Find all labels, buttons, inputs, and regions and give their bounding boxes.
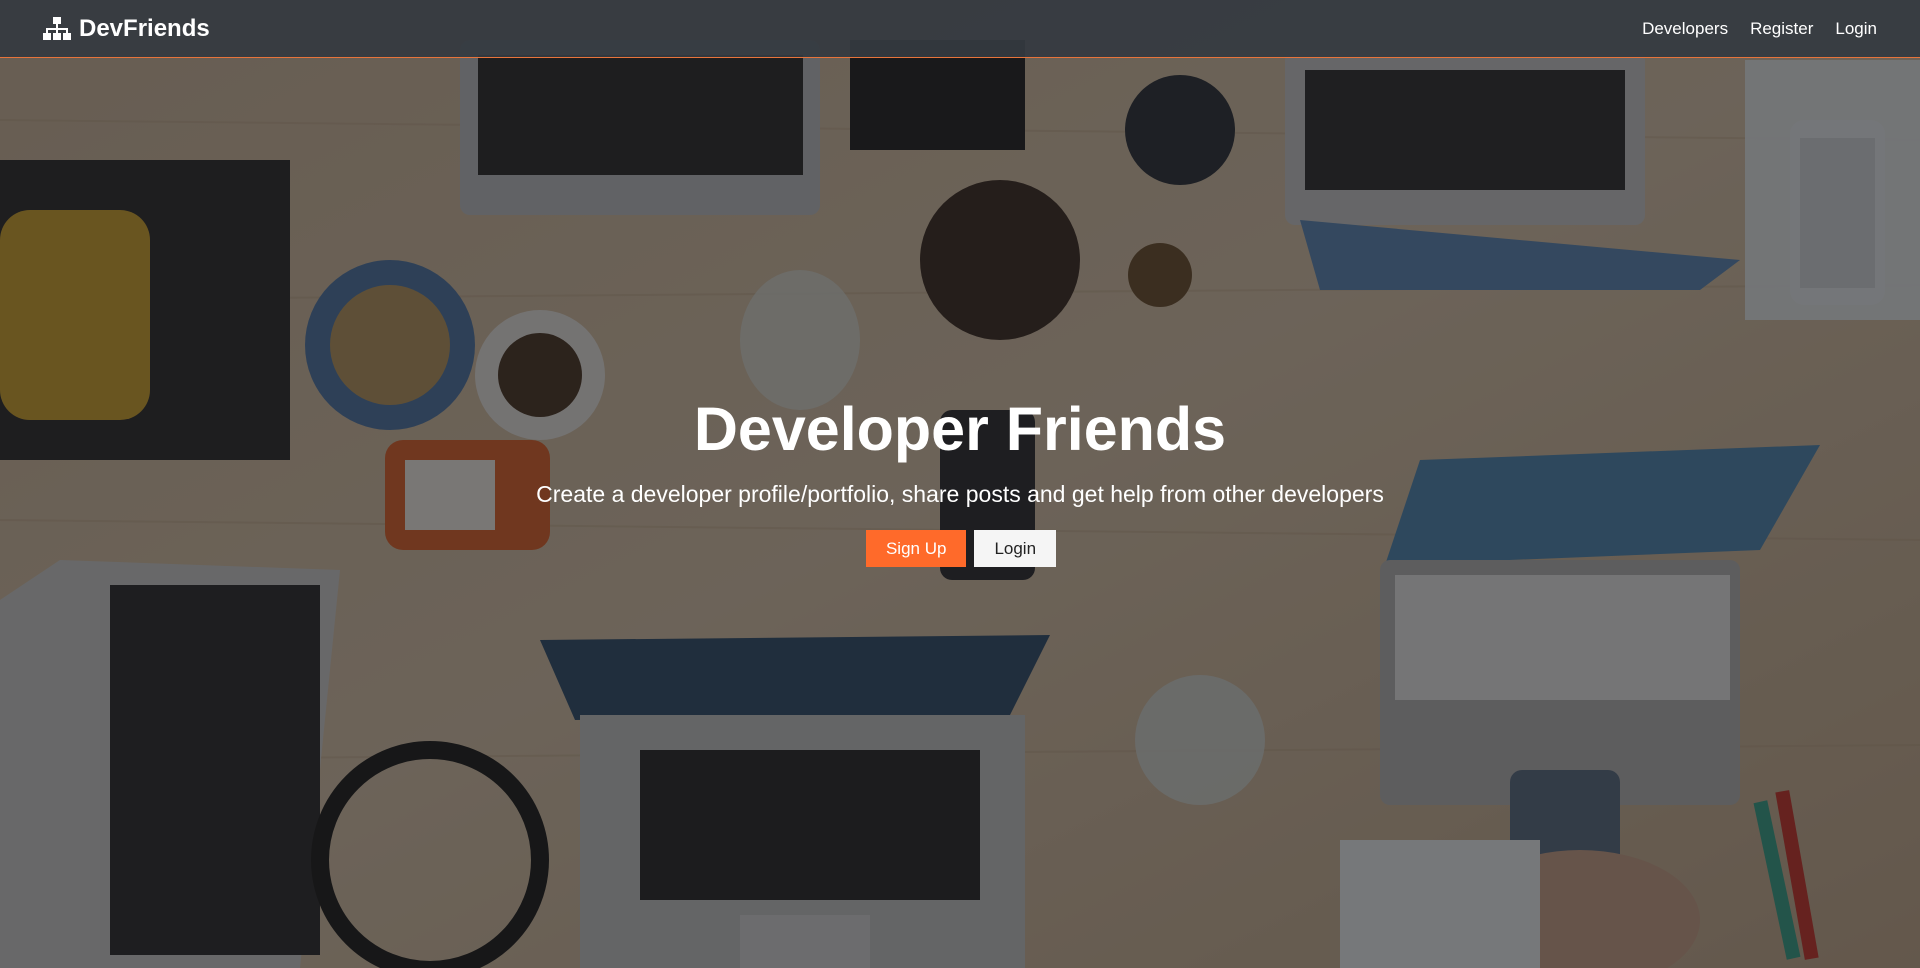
sitemap-icon (43, 17, 71, 41)
hero-section: Developer Friends Create a developer pro… (0, 386, 1920, 567)
navbar: DevFriends Developers Register Login (0, 0, 1920, 58)
nav-link-login[interactable]: Login (1835, 19, 1877, 39)
brand-name: DevFriends (79, 15, 210, 42)
nav-links: Developers Register Login (1620, 0, 1877, 57)
sign-up-button[interactable]: Sign Up (865, 530, 967, 567)
brand-link[interactable]: DevFriends (43, 12, 210, 46)
nav-link-developers[interactable]: Developers (1642, 19, 1728, 39)
hero-title: Developer Friends (693, 395, 1227, 463)
login-button[interactable]: Login (974, 530, 1057, 567)
hero-buttons: Sign Up Login (0, 530, 1920, 567)
hero-lead: Create a developer profile/portfolio, sh… (536, 481, 1384, 507)
nav-link-register[interactable]: Register (1750, 19, 1813, 39)
